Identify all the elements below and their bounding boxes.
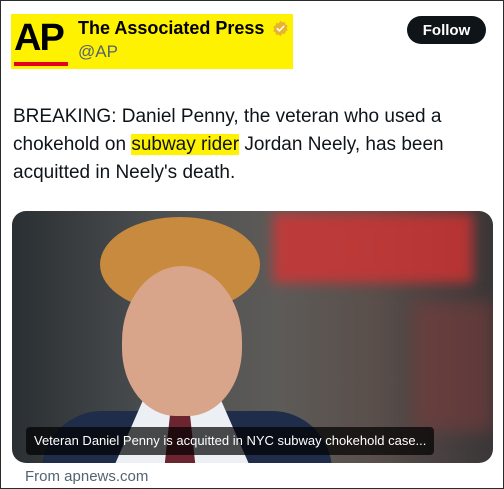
highlighted-phrase: subway rider bbox=[131, 134, 240, 155]
account-handle[interactable]: @AP bbox=[78, 42, 118, 62]
post-text: BREAKING: Daniel Penny, the veteran who … bbox=[13, 103, 495, 187]
ap-logo[interactable]: AP bbox=[14, 18, 68, 68]
link-card-caption: Veteran Daniel Penny is acquitted in NYC… bbox=[26, 427, 435, 455]
link-card-image[interactable]: Veteran Daniel Penny is acquitted in NYC… bbox=[12, 211, 493, 463]
account-name[interactable]: The Associated Press bbox=[78, 18, 264, 39]
logo-underline bbox=[14, 62, 68, 66]
logo-text: AP bbox=[14, 17, 65, 59]
link-source[interactable]: From apnews.com bbox=[25, 468, 148, 485]
background-light bbox=[273, 213, 473, 283]
background-light bbox=[413, 301, 493, 431]
verified-badge-icon bbox=[273, 20, 288, 37]
follow-button[interactable]: Follow bbox=[407, 16, 486, 44]
face bbox=[122, 266, 242, 416]
